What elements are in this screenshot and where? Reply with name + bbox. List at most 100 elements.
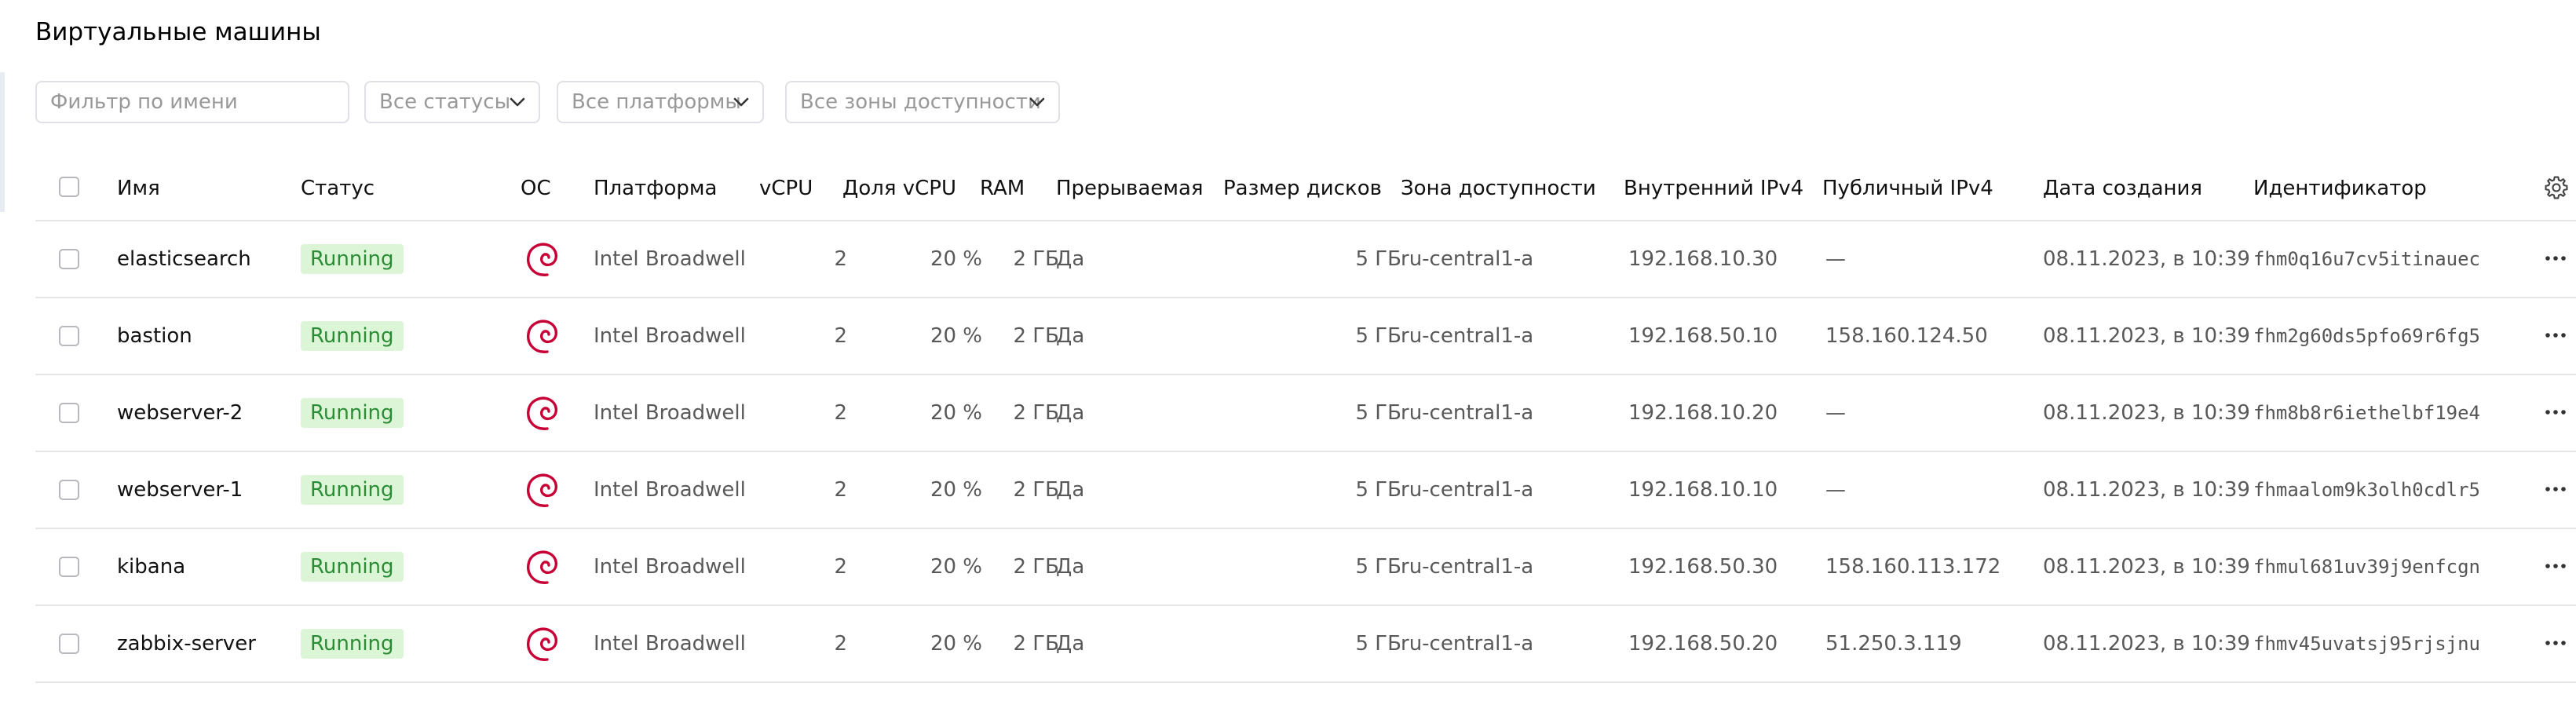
status-badge: Running bbox=[301, 552, 404, 582]
vm-name-link[interactable]: kibana bbox=[117, 529, 185, 605]
column-header-os[interactable]: ОС bbox=[521, 157, 551, 220]
platform-filter-label: Все платформы bbox=[572, 90, 741, 114]
status-cell: Running bbox=[301, 452, 404, 528]
column-header-name[interactable]: Имя bbox=[117, 157, 160, 220]
chevron-down-icon bbox=[733, 97, 749, 107]
zone-cell: ru-central1-a bbox=[1401, 478, 1534, 502]
public-ip-cell: 158.160.113.172 bbox=[1825, 555, 2001, 579]
table-row[interactable]: zabbix-server Running Intel Broadwell 2 … bbox=[35, 606, 2576, 683]
vcpu-cell: 2 bbox=[834, 478, 847, 502]
row-checkbox[interactable] bbox=[59, 249, 79, 269]
public-ip-cell: — bbox=[1825, 247, 1846, 271]
ram-cell: 2 ГБ bbox=[1013, 247, 1060, 271]
public-ip-cell: — bbox=[1825, 478, 1846, 502]
column-header-disk-size[interactable]: Размер дисков bbox=[1223, 157, 1382, 220]
table-row[interactable]: webserver-2 Running Intel Broadwell 2 20… bbox=[35, 375, 2576, 452]
column-header-created[interactable]: Дата создания bbox=[2043, 157, 2202, 220]
table-header-row: Имя Статус ОС Платформа vCPU Доля vCPU R… bbox=[35, 157, 2576, 221]
row-checkbox[interactable] bbox=[59, 634, 79, 654]
column-header-ram[interactable]: RAM bbox=[980, 157, 1025, 220]
id-cell: fhmaalom9k3olh0cdlr5 bbox=[2253, 479, 2480, 501]
debian-icon bbox=[527, 396, 557, 430]
preemptible-cell: Да bbox=[1056, 632, 1085, 656]
gear-icon[interactable] bbox=[2543, 174, 2570, 201]
vcpu-cell: 2 bbox=[834, 401, 847, 425]
column-header-internal-ip[interactable]: Внутренний IPv4 bbox=[1624, 157, 1803, 220]
platform-filter-select[interactable]: Все платформы bbox=[557, 81, 764, 123]
column-header-zone[interactable]: Зона доступности bbox=[1401, 157, 1596, 220]
table-row[interactable]: kibana Running Intel Broadwell 2 20 % 2 … bbox=[35, 529, 2576, 606]
public-ip-cell: 51.250.3.119 bbox=[1825, 632, 1962, 656]
debian-icon bbox=[527, 627, 557, 661]
table-row[interactable]: elasticsearch Running Intel Broadwell 2 … bbox=[35, 221, 2576, 298]
more-actions-icon[interactable] bbox=[2544, 561, 2567, 572]
internal-ip-cell: 192.168.50.30 bbox=[1628, 555, 1778, 579]
id-cell: fhmv45uvatsj95rjsjnu bbox=[2253, 633, 2480, 655]
column-header-preemptible[interactable]: Прерываемая bbox=[1056, 157, 1204, 220]
vcpu-share-cell: 20 % bbox=[930, 401, 982, 425]
more-actions-icon[interactable] bbox=[2544, 637, 2567, 648]
column-header-status[interactable]: Статус bbox=[301, 157, 375, 220]
status-cell: Running bbox=[301, 606, 404, 681]
name-filter-input[interactable]: Фильтр по имени bbox=[35, 81, 349, 123]
nav-edge-highlight bbox=[0, 72, 5, 212]
status-cell: Running bbox=[301, 221, 404, 297]
vcpu-share-cell: 20 % bbox=[930, 247, 982, 271]
more-actions-icon[interactable] bbox=[2544, 253, 2567, 264]
preemptible-cell: Да bbox=[1056, 555, 1085, 579]
more-actions-icon[interactable] bbox=[2544, 330, 2567, 341]
ram-cell: 2 ГБ bbox=[1013, 555, 1060, 579]
created-cell: 08.11.2023, в 10:39 bbox=[2043, 478, 2250, 502]
created-cell: 08.11.2023, в 10:39 bbox=[2043, 632, 2250, 656]
column-header-public-ip[interactable]: Публичный IPv4 bbox=[1822, 157, 1993, 220]
vm-table: Имя Статус ОС Платформа vCPU Доля vCPU R… bbox=[35, 157, 2576, 683]
debian-icon bbox=[527, 243, 557, 276]
vcpu-share-cell: 20 % bbox=[930, 478, 982, 502]
status-badge: Running bbox=[301, 398, 404, 428]
vm-name-link[interactable]: zabbix-server bbox=[117, 606, 256, 681]
table-row[interactable]: bastion Running Intel Broadwell 2 20 % 2… bbox=[35, 298, 2576, 375]
column-header-platform[interactable]: Платформа bbox=[594, 157, 717, 220]
select-all-checkbox[interactable] bbox=[59, 177, 79, 197]
column-header-vcpu[interactable]: vCPU bbox=[759, 157, 813, 220]
vcpu-cell: 2 bbox=[834, 247, 847, 271]
internal-ip-cell: 192.168.10.10 bbox=[1628, 478, 1778, 502]
status-cell: Running bbox=[301, 298, 404, 374]
platform-cell: Intel Broadwell bbox=[594, 632, 746, 656]
status-filter-label: Все статусы bbox=[379, 90, 511, 114]
row-checkbox[interactable] bbox=[59, 326, 79, 346]
platform-cell: Intel Broadwell bbox=[594, 555, 746, 579]
vm-name-link[interactable]: webserver-1 bbox=[117, 452, 243, 528]
internal-ip-cell: 192.168.10.30 bbox=[1628, 247, 1778, 271]
row-checkbox[interactable] bbox=[59, 480, 79, 500]
ram-cell: 2 ГБ bbox=[1013, 401, 1060, 425]
internal-ip-cell: 192.168.50.20 bbox=[1628, 632, 1778, 656]
table-row[interactable]: webserver-1 Running Intel Broadwell 2 20… bbox=[35, 452, 2576, 529]
created-cell: 08.11.2023, в 10:39 bbox=[2043, 247, 2250, 271]
zone-cell: ru-central1-a bbox=[1401, 324, 1534, 348]
ram-cell: 2 ГБ bbox=[1013, 632, 1060, 656]
row-checkbox[interactable] bbox=[59, 403, 79, 423]
status-filter-select[interactable]: Все статусы bbox=[364, 81, 540, 123]
vcpu-cell: 2 bbox=[834, 555, 847, 579]
row-checkbox[interactable] bbox=[59, 557, 79, 577]
status-cell: Running bbox=[301, 529, 404, 605]
vm-name-link[interactable]: bastion bbox=[117, 298, 192, 374]
preemptible-cell: Да bbox=[1056, 478, 1085, 502]
zone-filter-select[interactable]: Все зоны доступности bbox=[785, 81, 1060, 123]
more-actions-icon[interactable] bbox=[2544, 407, 2567, 418]
column-header-vcpu-share[interactable]: Доля vCPU bbox=[842, 157, 956, 220]
disk-size-cell: 5 ГБ bbox=[1355, 478, 1402, 502]
vcpu-cell: 2 bbox=[834, 632, 847, 656]
vm-name-link[interactable]: webserver-2 bbox=[117, 375, 243, 451]
zone-cell: ru-central1-a bbox=[1401, 632, 1534, 656]
more-actions-icon[interactable] bbox=[2544, 484, 2567, 495]
vm-name-link[interactable]: elasticsearch bbox=[117, 221, 251, 297]
disk-size-cell: 5 ГБ bbox=[1355, 247, 1402, 271]
platform-cell: Intel Broadwell bbox=[594, 401, 746, 425]
zone-cell: ru-central1-a bbox=[1401, 401, 1534, 425]
page-title: Виртуальные машины bbox=[35, 18, 321, 46]
column-header-id[interactable]: Идентификатор bbox=[2253, 157, 2427, 220]
internal-ip-cell: 192.168.50.10 bbox=[1628, 324, 1778, 348]
disk-size-cell: 5 ГБ bbox=[1355, 324, 1402, 348]
